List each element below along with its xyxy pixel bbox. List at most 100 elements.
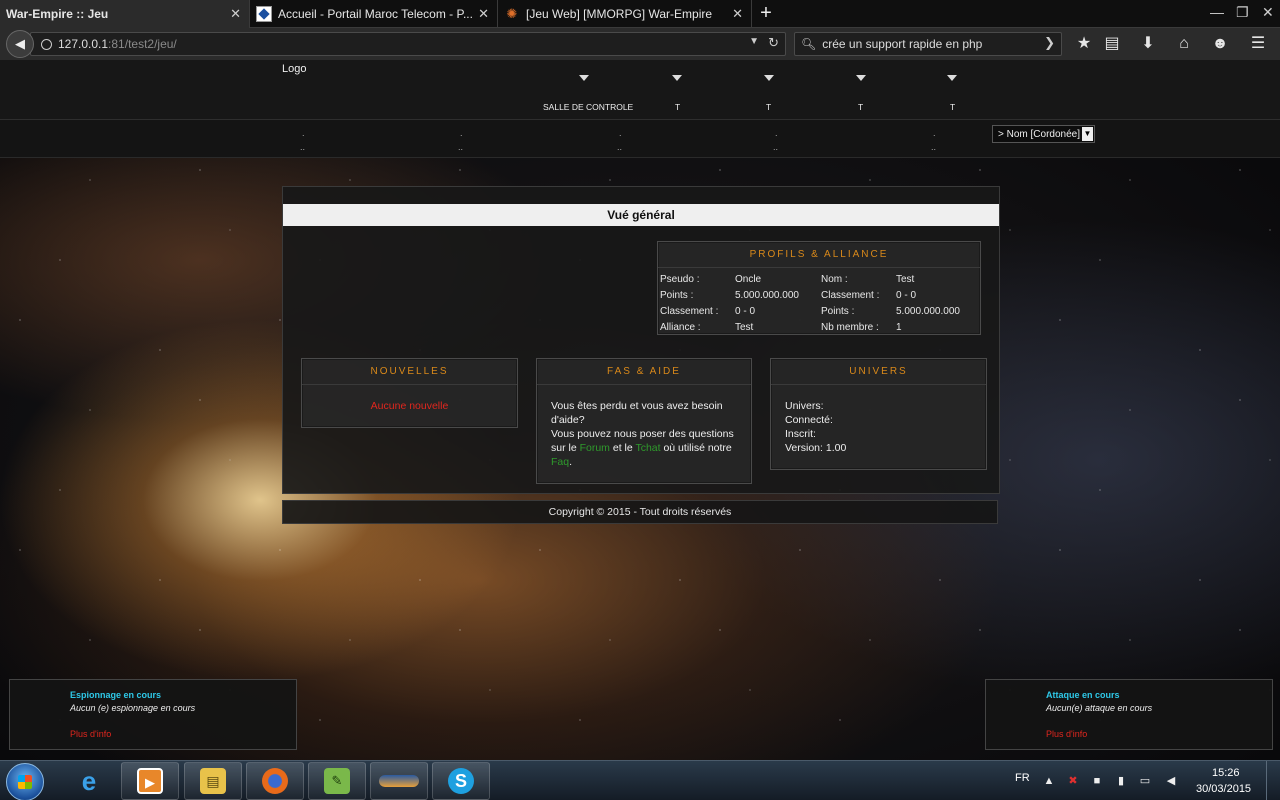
taskbar-explorer[interactable]: ▤	[184, 762, 242, 800]
clock-date[interactable]: 30/03/2015	[1196, 783, 1251, 795]
url-bar[interactable]: 127.0.0.1:81/test2/jeu/ ▼ ↻	[30, 32, 786, 56]
reload-icon[interactable]: ↻	[768, 35, 779, 51]
profile-label: Points :	[660, 290, 694, 301]
network-error-icon[interactable]: ✖	[1066, 774, 1080, 788]
taskbar-media-player[interactable]: ▶	[121, 762, 179, 800]
resource-dot: ..	[617, 142, 623, 152]
help-text: où utilisé notre	[660, 442, 732, 454]
close-icon[interactable]: ✕	[230, 6, 241, 22]
resource-dot: ..	[458, 142, 464, 152]
dropdown-arrow-icon[interactable]	[579, 75, 589, 81]
start-button[interactable]	[6, 763, 44, 800]
back-button[interactable]: ◀	[6, 30, 34, 58]
bookmark-star-icon[interactable]: ★	[1074, 34, 1094, 54]
help-text: et le	[609, 442, 636, 454]
profile-row: Classement : 0 - 0 Points : 5.000.000.00…	[660, 306, 980, 322]
profile-alliance-box: PROFILS & ALLIANCE Pseudo : Oncle Nom : …	[657, 241, 981, 335]
maximize-icon[interactable]: ❐	[1236, 4, 1249, 21]
profile-label: Alliance :	[660, 322, 701, 333]
menu-item-2[interactable]: T	[675, 102, 680, 112]
url-host: 127.0.0.1	[58, 37, 109, 51]
profile-value: 5.000.000.000	[896, 306, 960, 317]
menu-salle-de-controle[interactable]: SALLE DE CONTROLE	[543, 102, 633, 112]
folder-icon: ▤	[200, 768, 226, 794]
game-top-nav: Logo SALLE DE CONTROLE T T T T	[0, 60, 1280, 120]
tab-title: War-Empire :: Jeu	[6, 7, 109, 21]
media-player-icon: ▶	[137, 768, 163, 794]
attack-alert-title: Attaque en cours	[1046, 690, 1120, 700]
profile-row: Alliance : Test Nb membre : 1	[660, 322, 980, 338]
close-icon[interactable]: ✕	[732, 6, 743, 22]
attack-more-info-link[interactable]: Plus d'info	[1046, 729, 1087, 739]
universe-line: Inscrit:	[785, 428, 816, 440]
help-text: Vous êtes perdu et vous avez besoin d'ai…	[551, 400, 723, 426]
box-title: PROFILS & ALLIANCE	[658, 242, 980, 268]
tray-app-icon[interactable]: ■	[1090, 774, 1104, 788]
planet-select[interactable]: > Nom [Cordonée] ▼	[992, 125, 1095, 143]
download-icon[interactable]: ⬇	[1138, 34, 1158, 54]
dropdown-arrow-icon[interactable]	[672, 75, 682, 81]
taskbar-firefox[interactable]	[246, 762, 304, 800]
overview-panel: Vué général PROFILS & ALLIANCE Pseudo : …	[282, 186, 1000, 494]
tab-title: Accueil - Portail Maroc Telecom - P...	[278, 7, 473, 21]
forum-link[interactable]: Forum	[580, 442, 610, 454]
taskbar-notepad-plus[interactable]: ✎	[308, 762, 366, 800]
tchat-link[interactable]: Tchat	[635, 442, 660, 454]
resource-dot: ..	[773, 142, 779, 152]
tray-expand-icon[interactable]: ▲	[1042, 774, 1056, 788]
monitor-icon[interactable]: ▭	[1138, 774, 1152, 788]
power-icon[interactable]: ▮	[1114, 774, 1128, 788]
chevron-down-icon[interactable]: ▼	[1082, 127, 1093, 141]
bookmarks-list-icon[interactable]: ▤	[1102, 34, 1122, 54]
close-icon[interactable]: ✕	[478, 6, 489, 22]
menu-item-3[interactable]: T	[766, 102, 771, 112]
resource-dot: .	[302, 128, 305, 138]
menu-icon[interactable]: ☰	[1248, 34, 1268, 54]
chevron-down-icon[interactable]: ▼	[749, 36, 759, 47]
search-input[interactable]: 🔍︎ crée un support rapide en php ❯	[794, 32, 1062, 56]
show-desktop-button[interactable]	[1266, 761, 1280, 800]
universe-line: Version: 1.00	[785, 442, 847, 454]
spy-alert-title: Espionnage en cours	[70, 690, 162, 700]
profile-row: Pseudo : Oncle Nom : Test	[660, 274, 980, 290]
help-text: .	[569, 456, 573, 468]
tab-war-empire-jeu[interactable]: War-Empire :: Jeu ✕	[0, 0, 250, 28]
taskbar-app[interactable]	[370, 762, 428, 800]
profile-value: Oncle	[735, 274, 762, 285]
url-path: :81/test2/jeu/	[108, 37, 177, 51]
tab-maroc-telecom[interactable]: Accueil - Portail Maroc Telecom - P... ✕	[250, 0, 498, 28]
tab-war-empire-forum[interactable]: ✺ [Jeu Web] [MMORPG] War-Empire ✕	[498, 0, 752, 28]
internet-explorer-icon: e	[81, 766, 97, 796]
clock-time[interactable]: 15:26	[1212, 767, 1240, 779]
input-language[interactable]: FR	[1015, 772, 1030, 784]
spy-more-info-link[interactable]: Plus d'info	[70, 729, 111, 739]
dropdown-arrow-icon[interactable]	[764, 75, 774, 81]
taskbar-ie[interactable]: e	[60, 762, 118, 800]
profile-row: Points : 5.000.000.000 Classement : 0 - …	[660, 290, 980, 306]
globe-icon	[41, 38, 52, 50]
volume-icon[interactable]: ◀	[1164, 774, 1178, 788]
resource-dot: .	[619, 128, 622, 138]
universe-box: UNIVERS Univers: Connecté: Inscrit: Vers…	[770, 358, 987, 470]
news-box: NOUVELLES Aucune nouvelle	[301, 358, 518, 428]
new-tab-button[interactable]: +	[752, 0, 780, 28]
faq-link[interactable]: Faq	[551, 456, 569, 468]
search-go-icon[interactable]: ❯	[1044, 35, 1055, 51]
dropdown-arrow-icon[interactable]	[856, 75, 866, 81]
page-title: Vué général	[283, 204, 999, 226]
menu-item-4[interactable]: T	[858, 102, 863, 112]
news-body: Aucune nouvelle	[302, 385, 517, 427]
dropdown-arrow-icon[interactable]	[947, 75, 957, 81]
home-icon[interactable]: ⌂	[1174, 34, 1194, 54]
profile-value: 0 - 0	[735, 306, 756, 317]
close-window-icon[interactable]: ✕	[1262, 4, 1274, 21]
minimize-icon[interactable]: —	[1210, 4, 1224, 20]
profile-grid: Pseudo : Oncle Nom : Test Points : 5.000…	[660, 274, 980, 338]
tab-title: [Jeu Web] [MMORPG] War-Empire	[526, 7, 713, 21]
profile-value: Test	[896, 274, 915, 285]
menu-item-5[interactable]: T	[950, 102, 955, 112]
taskbar-skype[interactable]: S	[432, 762, 490, 800]
profile-value: 0 - 0	[896, 290, 917, 301]
hello-icon[interactable]: ☻	[1210, 34, 1230, 54]
profile-label: Pseudo :	[660, 274, 700, 285]
